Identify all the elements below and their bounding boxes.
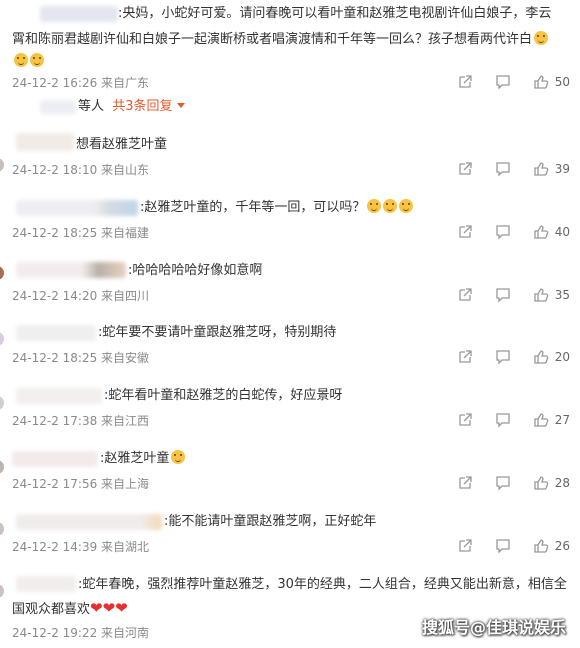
username-blur[interactable] xyxy=(16,262,126,278)
like-icon xyxy=(534,413,549,427)
watermark: 搜狐号@佳琪说娱乐 xyxy=(421,618,566,637)
like-icon xyxy=(534,162,549,176)
comment-actions: 27 xyxy=(435,412,570,428)
comment-meta: 24-12-2 16:26 来自广东 xyxy=(12,76,150,90)
comment-icon[interactable] xyxy=(495,538,511,554)
comment-meta: 24-12-2 18:10 来自山东 xyxy=(12,163,150,177)
comment-actions: 40 xyxy=(435,224,570,240)
emoji-row xyxy=(12,52,44,72)
comment-icon[interactable] xyxy=(495,287,511,303)
avatar[interactable] xyxy=(0,266,4,280)
heart-icon: ❤ xyxy=(102,599,116,617)
comment-text: 霄和陈丽君越剧许仙和白娘子一起演断桥或者唱演渡情和千年等一回么？孩子想看两代许白 xyxy=(12,30,549,50)
like-button[interactable]: 26 xyxy=(533,538,570,554)
username-blur[interactable] xyxy=(12,451,98,467)
username-blur[interactable] xyxy=(16,133,74,151)
username-blur[interactable] xyxy=(40,100,76,114)
reply-summary[interactable]: 等人 共3条回复 xyxy=(78,97,185,117)
emoji-icon xyxy=(30,53,44,67)
comment-meta: 24-12-2 19:22 来自河南 xyxy=(12,626,150,640)
comment-meta: 24-12-2 14:39 来自湖北 xyxy=(12,540,150,554)
comment-text: :赵雅芝叶童的，千年等一回，可以吗？ xyxy=(140,198,414,218)
heart-icon: ❤ xyxy=(115,599,128,617)
share-icon[interactable] xyxy=(457,287,473,303)
comment-text: :蛇年看叶童和赵雅芝的白蛇传，好应景呀 xyxy=(104,388,343,403)
comment-actions: 28 xyxy=(435,475,570,491)
comment-meta: 24-12-2 17:38 来自江西 xyxy=(12,414,150,428)
comment-actions: 39 xyxy=(435,161,570,177)
comment-text: :蛇年春晚，强烈推荐叶童赵雅芝，30年的经典，二人组合，经典又能出新意，相信全 xyxy=(78,577,567,592)
avatar[interactable] xyxy=(0,460,4,474)
avatar[interactable] xyxy=(0,396,4,410)
like-icon xyxy=(534,539,549,553)
avatar[interactable] xyxy=(0,332,4,346)
comment-actions: 20 xyxy=(435,349,570,365)
comment-meta: 24-12-2 18:25 来自安徽 xyxy=(12,351,150,365)
like-button[interactable]: 20 xyxy=(533,349,570,365)
share-icon[interactable] xyxy=(457,224,473,240)
comment-text: :蛇年要不要请叶童跟赵雅芝呀，特别期待 xyxy=(98,325,337,340)
username-blur[interactable] xyxy=(16,514,162,530)
comment-meta: 24-12-2 17:56 来自上海 xyxy=(12,477,150,491)
share-icon[interactable] xyxy=(457,475,473,491)
like-icon xyxy=(534,225,549,239)
like-icon xyxy=(534,350,549,364)
username-blur[interactable] xyxy=(16,200,138,216)
like-button[interactable]: 28 xyxy=(533,475,570,491)
share-icon[interactable] xyxy=(457,161,473,177)
comment-actions: 35 xyxy=(435,287,570,303)
share-icon[interactable] xyxy=(457,349,473,365)
like-button[interactable]: 27 xyxy=(533,412,570,428)
share-icon[interactable] xyxy=(457,412,473,428)
comment-icon[interactable] xyxy=(495,74,511,90)
like-icon xyxy=(534,288,549,302)
comment-text: :哈哈哈哈哈好像如意啊 xyxy=(128,263,263,278)
emoji-icon xyxy=(367,199,382,213)
username-blur[interactable] xyxy=(16,388,102,404)
like-button[interactable]: 39 xyxy=(533,161,570,177)
like-button[interactable]: 35 xyxy=(533,287,570,303)
emoji-icon xyxy=(14,53,28,67)
like-icon xyxy=(534,476,549,490)
like-button[interactable]: 40 xyxy=(533,224,570,240)
comment-meta: 24-12-2 18:25 来自福建 xyxy=(12,226,150,240)
chevron-down-icon xyxy=(176,103,185,108)
comment-text: :央妈，小蛇好可爱。请问春晚可以看叶童和赵雅芝电视剧许仙白娘子，李云 xyxy=(118,6,552,21)
username-blur[interactable] xyxy=(16,576,76,592)
comment-text: 国观众都喜欢❤❤❤ xyxy=(12,599,128,617)
comment-icon[interactable] xyxy=(495,349,511,365)
avatar[interactable] xyxy=(0,584,4,598)
comment-text: :赵雅芝叶童 xyxy=(100,449,186,469)
comment-actions: 26 xyxy=(435,538,570,554)
emoji-icon xyxy=(399,199,414,213)
avatar[interactable] xyxy=(0,522,4,536)
like-icon xyxy=(534,75,549,89)
username-blur[interactable] xyxy=(40,6,118,22)
comment-text: :能不能请叶童跟赵雅芝啊，正好蛇年 xyxy=(164,514,377,529)
share-icon[interactable] xyxy=(457,538,473,554)
comment-actions: 50 xyxy=(435,74,570,90)
comment-icon[interactable] xyxy=(495,475,511,491)
share-icon[interactable] xyxy=(457,74,473,90)
comment-text: 想看赵雅芝叶童 xyxy=(76,137,168,152)
avatar[interactable] xyxy=(0,158,4,172)
like-button[interactable]: 50 xyxy=(533,74,570,90)
heart-icon: ❤ xyxy=(90,599,103,617)
comment-meta: 24-12-2 14:20 来自四川 xyxy=(12,289,150,303)
emoji-icon xyxy=(534,31,549,45)
comment-icon[interactable] xyxy=(495,161,511,177)
username-blur[interactable] xyxy=(16,325,96,341)
comment-icon[interactable] xyxy=(495,412,511,428)
emoji-icon xyxy=(171,450,186,464)
comment-icon[interactable] xyxy=(495,224,511,240)
emoji-icon xyxy=(383,199,398,213)
